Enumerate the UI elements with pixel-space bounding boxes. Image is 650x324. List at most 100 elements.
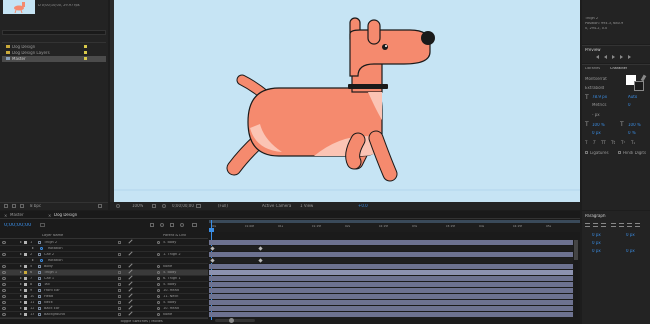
parent-dropdown[interactable]: 5. Body — [163, 301, 201, 305]
keyframe-marker[interactable] — [258, 258, 263, 263]
layer-duration-bar[interactable] — [209, 276, 573, 281]
layer-duration-bar[interactable] — [209, 300, 573, 305]
label-color-swatch[interactable] — [24, 313, 27, 316]
views-dropdown[interactable]: 1 View — [300, 204, 313, 208]
visibility-eye-icon[interactable] — [2, 253, 6, 256]
work-area-bar[interactable] — [209, 220, 580, 223]
scrollbar-thumb[interactable] — [574, 240, 578, 260]
layer-name[interactable]: Background — [44, 313, 114, 317]
play-icon[interactable] — [612, 55, 615, 59]
parent-dropdown[interactable]: 5. Body — [163, 241, 201, 245]
twirl-arrow-icon[interactable] — [20, 307, 22, 309]
parent-dropdown[interactable]: 5. Body — [163, 283, 201, 287]
indent-first-value[interactable]: 0 px — [592, 241, 601, 245]
collapse-switch-icon[interactable] — [118, 307, 121, 310]
visibility-eye-icon[interactable] — [2, 265, 6, 268]
justify-right-icon[interactable] — [627, 223, 632, 227]
layer-name[interactable]: Thigh 2 — [44, 241, 114, 245]
pick-whip-icon[interactable] — [157, 283, 160, 286]
zoom-dropdown[interactable]: 100% — [132, 204, 143, 208]
keyframe-marker[interactable] — [210, 258, 215, 263]
pick-whip-icon[interactable] — [157, 307, 160, 310]
label-color-swatch[interactable] — [24, 253, 27, 256]
indent-right-value[interactable]: 0 px — [626, 233, 635, 237]
new-comp-icon[interactable] — [20, 204, 24, 208]
composition-canvas[interactable] — [114, 0, 580, 202]
search-icon[interactable] — [40, 223, 45, 227]
layer-name[interactable]: Head — [44, 295, 114, 299]
always-preview-icon[interactable] — [116, 204, 120, 208]
stroke-color-swatch[interactable] — [634, 81, 644, 91]
label-color-swatch[interactable] — [24, 283, 27, 286]
close-icon[interactable]: × — [4, 213, 7, 218]
project-item-2[interactable]: Master — [2, 56, 106, 62]
viewer-timecode[interactable]: 0;00;00;00 — [172, 204, 194, 208]
vert-scale-value[interactable]: 100 % — [592, 123, 605, 127]
pick-whip-icon[interactable] — [157, 253, 160, 256]
tab-master[interactable]: Master — [10, 213, 24, 217]
layer-duration-bar[interactable] — [209, 282, 573, 287]
layer-duration-bar[interactable] — [209, 252, 573, 257]
tab-libraries[interactable]: Libraries — [585, 67, 600, 71]
parent-dropdown[interactable]: None — [163, 265, 201, 269]
twirl-arrow-icon[interactable] — [20, 277, 22, 279]
twirl-arrow-icon[interactable] — [32, 259, 34, 261]
twirl-arrow-icon[interactable] — [20, 283, 22, 285]
property-name[interactable]: Rotation — [48, 247, 118, 251]
quality-switch-icon[interactable] — [128, 251, 133, 256]
mask-icon[interactable] — [162, 204, 166, 208]
quality-switch-icon[interactable] — [128, 293, 133, 298]
property-name[interactable]: Rotation — [48, 259, 118, 263]
quality-switch-icon[interactable] — [128, 305, 133, 310]
label-color-swatch[interactable] — [24, 241, 27, 244]
collapse-switch-icon[interactable] — [118, 295, 121, 298]
label-color-swatch[interactable] — [24, 265, 27, 268]
layer-duration-bar[interactable] — [209, 294, 573, 299]
quality-switch-icon[interactable] — [128, 311, 133, 316]
collapse-switch-icon[interactable] — [118, 301, 121, 304]
twirl-arrow-icon[interactable] — [20, 313, 22, 315]
close-icon[interactable]: × — [48, 213, 51, 218]
layer-duration-bar[interactable] — [209, 288, 573, 293]
indent-left-value[interactable]: 0 px — [592, 233, 601, 237]
superscript-icon[interactable]: T¹ — [621, 140, 625, 145]
twirl-arrow-icon[interactable] — [32, 247, 34, 249]
label-color-swatch[interactable] — [24, 301, 27, 304]
pick-whip-icon[interactable] — [157, 295, 160, 298]
new-folder-icon[interactable] — [12, 204, 16, 208]
next-frame-icon[interactable] — [620, 55, 623, 59]
align-center-icon[interactable] — [593, 223, 598, 227]
first-frame-icon[interactable] — [596, 55, 599, 59]
pick-whip-icon[interactable] — [157, 241, 160, 244]
collapse-switch-icon[interactable] — [118, 289, 121, 292]
parent-dropdown[interactable]: None — [163, 313, 201, 317]
collapse-switch-icon[interactable] — [118, 313, 121, 316]
pick-whip-icon[interactable] — [157, 301, 160, 304]
label-color-swatch[interactable] — [24, 289, 27, 292]
faux-italic-icon[interactable]: T — [593, 140, 595, 145]
grid-icon[interactable] — [152, 204, 156, 208]
faux-bold-icon[interactable]: T — [585, 140, 587, 145]
frame-blend-icon[interactable] — [170, 223, 174, 227]
twirl-arrow-icon[interactable] — [20, 265, 22, 267]
quality-switch-icon[interactable] — [128, 263, 133, 268]
justify-center-icon[interactable] — [619, 223, 624, 227]
keyframe-marker[interactable] — [210, 246, 215, 251]
all-caps-icon[interactable]: TT — [601, 140, 606, 145]
tracking-value[interactable]: 0 — [628, 103, 631, 107]
subscript-icon[interactable]: T₁ — [631, 140, 635, 145]
parent-dropdown[interactable]: 10. Head — [163, 289, 201, 293]
shy-icon[interactable] — [160, 223, 164, 227]
snapshot-icon[interactable] — [196, 204, 201, 208]
last-frame-icon[interactable] — [628, 55, 631, 59]
parent-dropdown[interactable]: 5. Body — [163, 271, 201, 275]
bpc-label[interactable]: 8 bpc — [30, 204, 41, 208]
twirl-arrow-icon[interactable] — [20, 253, 22, 255]
stopwatch-icon[interactable] — [40, 259, 43, 262]
quality-switch-icon[interactable] — [128, 269, 133, 274]
pick-whip-icon[interactable] — [157, 289, 160, 292]
tsume-value[interactable]: 0 % — [628, 131, 636, 135]
visibility-eye-icon[interactable] — [2, 283, 6, 286]
layer-duration-bar[interactable] — [209, 240, 573, 245]
quality-switch-icon[interactable] — [128, 239, 133, 244]
